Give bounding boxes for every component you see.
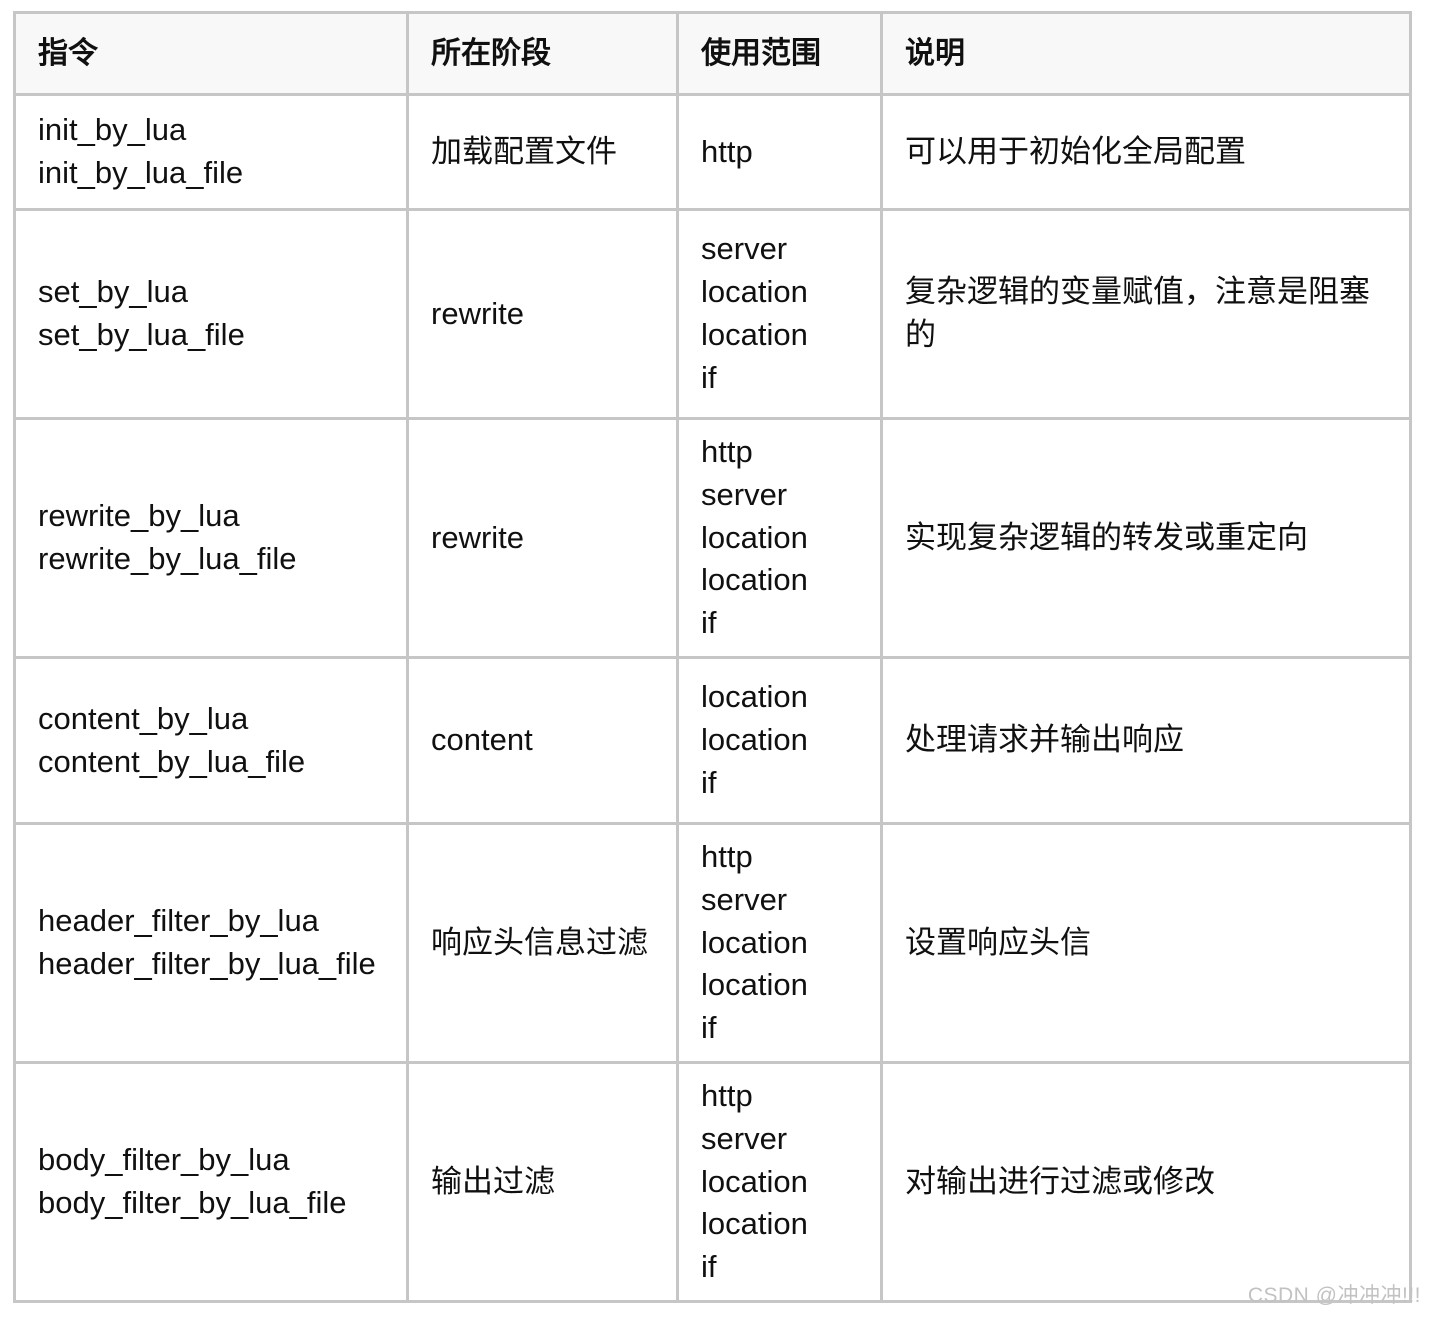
cell-directive: set_by_lua set_by_lua_file [13,208,409,420]
table-row: header_filter_by_lua header_filter_by_lu… [13,822,1412,1064]
cell-scope: http server location location if [676,1061,883,1303]
cell-description: 对输出进行过滤或修改 [880,1061,1412,1303]
table-row: body_filter_by_lua body_filter_by_lua_fi… [13,1061,1412,1303]
cell-scope: http server location location if [676,822,883,1064]
table-header-row: 指令 所在阶段 使用范围 说明 [13,11,1412,96]
directive-table: 指令 所在阶段 使用范围 说明 init_by_lua init_by_lua_… [13,11,1412,1303]
cell-description: 设置响应头信 [880,822,1412,1064]
column-header-phase: 所在阶段 [406,11,679,96]
cell-description: 可以用于初始化全局配置 [880,93,1412,211]
cell-phase: 响应头信息过滤 [406,822,679,1064]
cell-phase: 输出过滤 [406,1061,679,1303]
column-header-directive: 指令 [13,11,409,96]
csdn-watermark: CSDN @冲冲冲!!! [1247,1284,1421,1307]
cell-description: 实现复杂逻辑的转发或重定向 [880,417,1412,659]
table-body: init_by_lua init_by_lua_file 加载配置文件 http… [13,93,1412,1303]
cell-phase: rewrite [406,208,679,420]
table-row: content_by_lua content_by_lua_file conte… [13,656,1412,825]
cell-directive: rewrite_by_lua rewrite_by_lua_file [13,417,409,659]
table-row: rewrite_by_lua rewrite_by_lua_file rewri… [13,417,1412,659]
cell-scope: server location location if [676,208,883,420]
cell-directive: content_by_lua content_by_lua_file [13,656,409,825]
cell-scope: http [676,93,883,211]
cell-scope: http server location location if [676,417,883,659]
cell-phase: rewrite [406,417,679,659]
table-row: set_by_lua set_by_lua_file rewrite serve… [13,208,1412,420]
column-header-description: 说明 [880,11,1412,96]
cell-directive: init_by_lua init_by_lua_file [13,93,409,211]
cell-scope: location location if [676,656,883,825]
cell-description: 复杂逻辑的变量赋值，注意是阻塞的 [880,208,1412,420]
directive-table-container: 指令 所在阶段 使用范围 说明 init_by_lua init_by_lua_… [13,11,1412,1303]
cell-description: 处理请求并输出响应 [880,656,1412,825]
cell-phase: 加载配置文件 [406,93,679,211]
cell-phase: content [406,656,679,825]
table-row: init_by_lua init_by_lua_file 加载配置文件 http… [13,93,1412,211]
cell-directive: header_filter_by_lua header_filter_by_lu… [13,822,409,1064]
column-header-scope: 使用范围 [676,11,883,96]
table-header: 指令 所在阶段 使用范围 说明 [13,11,1412,96]
cell-directive: body_filter_by_lua body_filter_by_lua_fi… [13,1061,409,1303]
